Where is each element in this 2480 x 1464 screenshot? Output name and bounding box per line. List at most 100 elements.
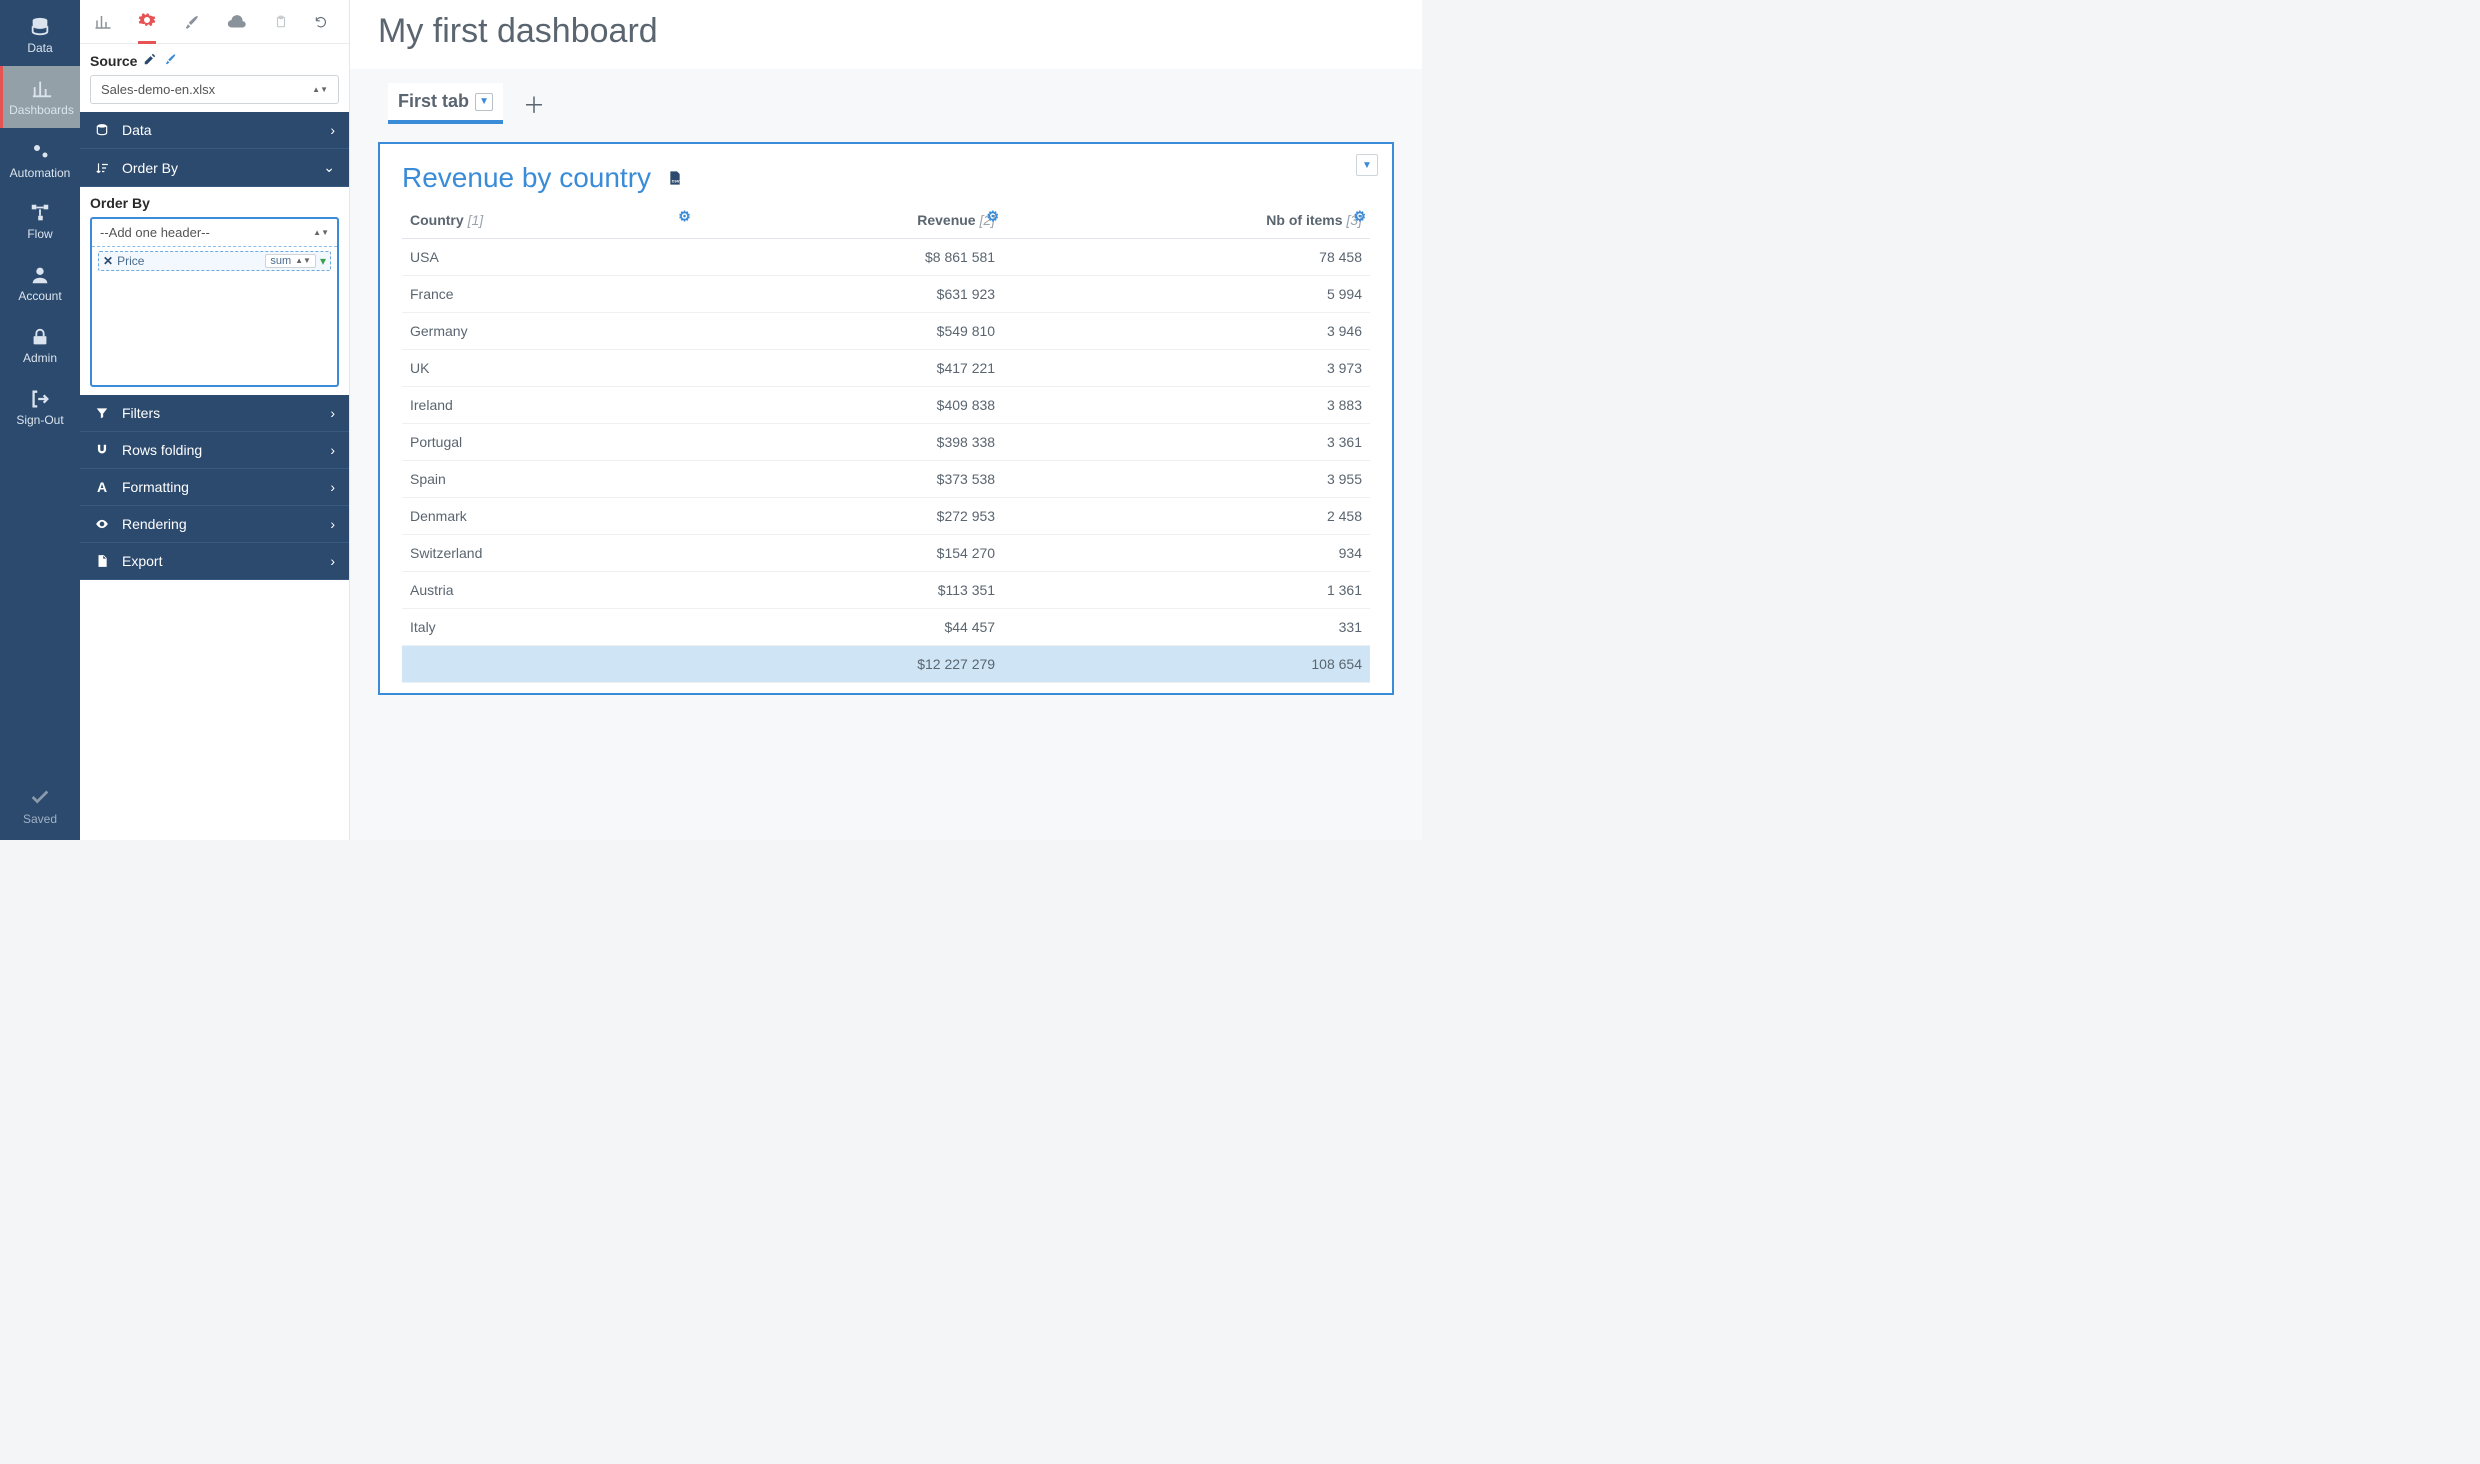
database-icon (29, 16, 51, 38)
filter-icon (94, 406, 110, 420)
cell-items: 3 946 (1003, 313, 1370, 350)
eye-icon (94, 517, 110, 531)
table-row[interactable]: USA$8 861 58178 458 (402, 239, 1370, 276)
cell-country: Portugal (402, 424, 695, 461)
cell-revenue: $272 953 (695, 498, 1003, 535)
nav-item-data[interactable]: Data (0, 4, 80, 66)
cell-country: Denmark (402, 498, 695, 535)
signout-icon (29, 388, 51, 410)
gear-icon[interactable]: ⚙ (1353, 208, 1366, 225)
updown-icon: ▲▼ (313, 230, 329, 236)
section-label: Data (122, 122, 152, 138)
section-rendering[interactable]: Rendering › (80, 506, 349, 543)
widget-menu-button[interactable]: ▼ (1356, 154, 1378, 176)
user-icon (29, 264, 51, 286)
toolbar-brush-icon[interactable] (182, 0, 200, 44)
cell-country: Austria (402, 572, 695, 609)
widget-revenue-by-country: ▼ Revenue by country csv Country [1] ⚙ (378, 142, 1394, 695)
tab-first[interactable]: First tab ▼ (388, 83, 503, 124)
cell-country: USA (402, 239, 695, 276)
database-icon (94, 123, 110, 137)
table-row[interactable]: Spain$373 5383 955 (402, 461, 1370, 498)
orderby-chip-price[interactable]: ✕ Price sum ▲▼ ▾ (98, 251, 331, 271)
table-row[interactable]: Portugal$398 3383 361 (402, 424, 1370, 461)
nav-item-admin[interactable]: Admin (0, 314, 80, 376)
table-row[interactable]: Austria$113 3511 361 (402, 572, 1370, 609)
table-row[interactable]: UK$417 2213 973 (402, 350, 1370, 387)
total-items: 108 654 (1003, 646, 1370, 683)
gear-icon[interactable]: ⚙ (987, 208, 1000, 225)
cell-country: Switzerland (402, 535, 695, 572)
nav-label: Sign-Out (16, 413, 63, 427)
cell-revenue: $113 351 (695, 572, 1003, 609)
cell-country: Germany (402, 313, 695, 350)
dashboard-title[interactable]: My first dashboard (350, 0, 1422, 69)
csv-export-icon[interactable]: csv (667, 169, 683, 190)
cell-revenue: $409 838 (695, 387, 1003, 424)
cell-items: 934 (1003, 535, 1370, 572)
source-brush-icon[interactable] (163, 52, 177, 69)
nav-item-dashboards[interactable]: Dashboards (0, 66, 80, 128)
toolbar-clipboard-icon[interactable] (274, 0, 288, 44)
gear-icon[interactable]: ⚙ (678, 208, 691, 225)
tabs-row: First tab ▼ ＋ (350, 83, 1422, 124)
table-row[interactable]: France$631 9235 994 (402, 276, 1370, 313)
saved-indicator: Saved (0, 786, 80, 840)
font-icon: A (94, 479, 110, 495)
orderby-dropzone[interactable] (92, 275, 337, 385)
section-formatting[interactable]: A Formatting › (80, 469, 349, 506)
table-row[interactable]: Ireland$409 8383 883 (402, 387, 1370, 424)
cell-revenue: $398 338 (695, 424, 1003, 461)
section-data[interactable]: Data › (80, 112, 349, 149)
section-rows-folding[interactable]: Rows folding › (80, 432, 349, 469)
cell-items: 78 458 (1003, 239, 1370, 276)
nav-label: Automation (10, 166, 71, 180)
nav-label: Dashboards (9, 103, 74, 117)
chevron-right-icon: › (330, 405, 335, 421)
caret-down-icon[interactable]: ▾ (320, 254, 326, 268)
config-panel: Source Sales-demo-en.xlsx ▲▼ Data › (80, 0, 350, 840)
orderby-label: Order By (90, 195, 339, 211)
table-row[interactable]: Switzerland$154 270934 (402, 535, 1370, 572)
tab-menu-button[interactable]: ▼ (475, 93, 493, 111)
add-tab-button[interactable]: ＋ (523, 88, 545, 120)
chevron-right-icon: › (330, 122, 335, 138)
widget-title[interactable]: Revenue by country (402, 162, 651, 194)
toolbar-chart-icon[interactable] (94, 0, 112, 44)
nav-item-account[interactable]: Account (0, 252, 80, 314)
cell-revenue: $8 861 581 (695, 239, 1003, 276)
nav-item-flow[interactable]: Flow (0, 190, 80, 252)
source-edit-icon[interactable] (143, 52, 157, 69)
section-label: Rendering (122, 516, 187, 532)
toolbar-cloud-icon[interactable] (226, 0, 248, 44)
nav-item-signout[interactable]: Sign-Out (0, 376, 80, 438)
col-items[interactable]: Nb of items [3] ⚙ (1003, 202, 1370, 239)
toolbar-undo-icon[interactable] (314, 0, 328, 44)
source-select[interactable]: Sales-demo-en.xlsx ▲▼ (90, 75, 339, 104)
table-total-row: $12 227 279108 654 (402, 646, 1370, 683)
col-revenue[interactable]: Revenue [2] ⚙ (695, 202, 1003, 239)
table-row[interactable]: Italy$44 457331 (402, 609, 1370, 646)
remove-chip-icon[interactable]: ✕ (103, 254, 113, 268)
source-value: Sales-demo-en.xlsx (101, 82, 215, 97)
cell-items: 5 994 (1003, 276, 1370, 313)
table-row[interactable]: Denmark$272 9532 458 (402, 498, 1370, 535)
section-export[interactable]: Export › (80, 543, 349, 580)
section-label: Formatting (122, 479, 189, 495)
chevron-right-icon: › (330, 553, 335, 569)
chevron-down-icon: ⌄ (323, 159, 335, 176)
cell-items: 331 (1003, 609, 1370, 646)
table-row[interactable]: Germany$549 8103 946 (402, 313, 1370, 350)
cell-country: Ireland (402, 387, 695, 424)
col-country[interactable]: Country [1] ⚙ (402, 202, 695, 239)
chip-agg-select[interactable]: sum ▲▼ (265, 254, 316, 268)
cell-items: 3 883 (1003, 387, 1370, 424)
section-order-by[interactable]: Order By ⌄ (80, 149, 349, 187)
orderby-add-header-select[interactable]: --Add one header-- ▲▼ (92, 219, 337, 247)
flow-icon (29, 202, 51, 224)
toolbar-gear-icon[interactable] (138, 0, 156, 44)
section-filters[interactable]: Filters › (80, 395, 349, 432)
section-label: Filters (122, 405, 160, 421)
nav-item-automation[interactable]: Automation (0, 128, 80, 190)
cell-revenue: $549 810 (695, 313, 1003, 350)
